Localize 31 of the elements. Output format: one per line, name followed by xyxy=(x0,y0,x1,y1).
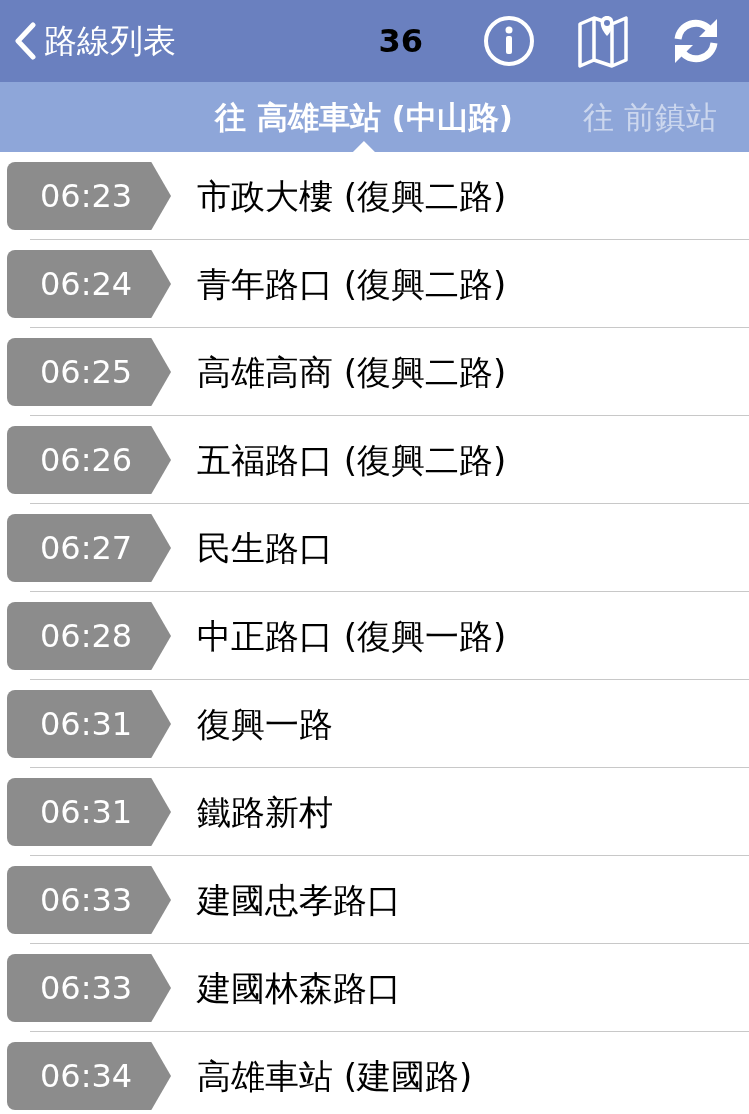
route-number: 36 xyxy=(378,21,423,62)
info-icon xyxy=(483,15,535,67)
info-button[interactable] xyxy=(483,15,535,67)
time-tag: 06:31 xyxy=(7,778,171,846)
stop-name: 建國林森路口 xyxy=(197,966,401,1010)
back-icon xyxy=(14,22,36,60)
time-tag: 06:31 xyxy=(7,690,171,758)
stop-name: 市政大樓 (復興二路) xyxy=(197,174,507,218)
stop-name: 復興一路 xyxy=(197,702,333,746)
stop-name: 高雄高商 (復興二路) xyxy=(197,350,507,394)
stop-name: 青年路口 (復興二路) xyxy=(197,262,507,306)
map-pin-icon xyxy=(577,14,629,68)
stop-name: 高雄車站 (建國路) xyxy=(197,1054,473,1098)
time-tag: 06:27 xyxy=(7,514,171,582)
stop-name: 民生路口 xyxy=(197,526,333,570)
stop-name: 建國忠孝路口 xyxy=(197,878,401,922)
stop-name: 五福路口 (復興二路) xyxy=(197,438,507,482)
time-tag: 06:28 xyxy=(7,602,171,670)
back-button[interactable]: 路線列表 xyxy=(0,16,176,66)
stop-name: 中正路口 (復興一路) xyxy=(197,614,507,658)
time-tag: 06:33 xyxy=(7,954,171,1022)
time-tag: 06:25 xyxy=(7,338,171,406)
time-tag: 06:23 xyxy=(7,162,171,230)
stop-name: 鐵路新村 xyxy=(197,790,333,834)
direction-tab[interactable]: 往 高雄車站 (中山路) xyxy=(215,82,513,152)
map-button[interactable] xyxy=(577,14,629,68)
time-tag: 06:26 xyxy=(7,426,171,494)
time-tag: 06:24 xyxy=(7,250,171,318)
time-tag: 06:34 xyxy=(7,1042,171,1110)
time-tag: 06:33 xyxy=(7,866,171,934)
direction-tab[interactable]: 往 前鎮站 xyxy=(582,82,717,152)
